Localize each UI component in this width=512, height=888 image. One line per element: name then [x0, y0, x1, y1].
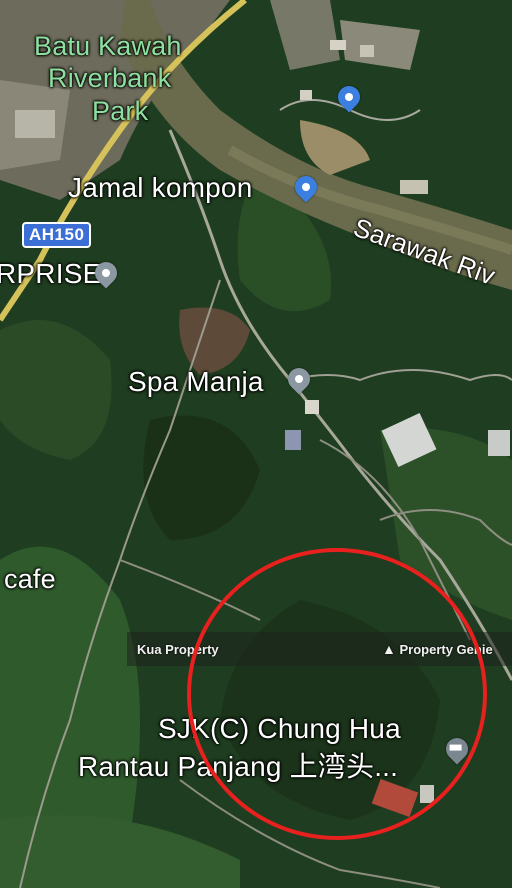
spa-manja-label[interactable]: Spa Manja [128, 366, 264, 398]
park-label[interactable]: Batu Kawah Riverbank Park [34, 30, 182, 127]
road-shield-ah150[interactable]: AH150 [22, 222, 92, 248]
cafe-label[interactable]: cafe [4, 564, 56, 595]
highlight-circle [187, 548, 487, 840]
park-label-line1: Batu Kawah [34, 31, 182, 61]
enterprise-label[interactable]: RPRISE [0, 258, 101, 290]
satellite-map[interactable]: AH150 Batu Kawah Riverbank Park Jamal ko… [0, 0, 512, 888]
park-label-line2: Riverbank [48, 63, 172, 94]
park-label-line3: Park [92, 95, 149, 126]
jamal-kompon-label[interactable]: Jamal kompon [68, 172, 252, 204]
